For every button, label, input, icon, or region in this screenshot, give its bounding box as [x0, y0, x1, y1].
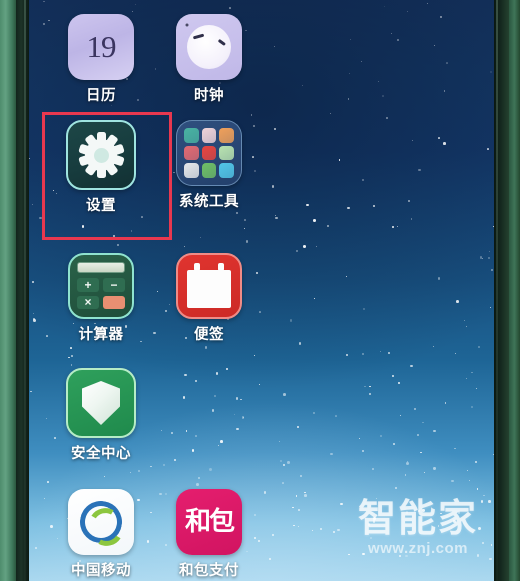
- calculator-key-multiply: ×: [77, 295, 99, 309]
- notepad-icon: [176, 253, 242, 319]
- bezel-left-outer: [0, 0, 16, 581]
- notepad-tab-left: [194, 262, 200, 271]
- app-icon-hebao-pay[interactable]: 和包 和包支付: [154, 489, 264, 579]
- calculator-key-subtract: −: [103, 278, 125, 292]
- app-icon-security[interactable]: 安全中心: [46, 368, 156, 462]
- folder-tile: [201, 163, 217, 178]
- folder-tile: [201, 145, 217, 161]
- hebao-icon: 和包: [176, 489, 242, 555]
- folder-tile: [219, 163, 234, 178]
- calculator-icon: + − ×: [68, 253, 134, 319]
- clock-hand-minute: [218, 38, 226, 46]
- calendar-date: 19: [86, 29, 117, 64]
- folder-tile: [184, 128, 199, 143]
- notepad-tab-right: [218, 262, 224, 271]
- notepad-paper: [187, 262, 231, 308]
- phone-screen: 19 日历 时钟 设置 系统工具 + − × 计算器 便签 安全中心 中国移动 …: [28, 0, 496, 581]
- app-label-calendar: 日历: [86, 88, 116, 104]
- app-icon-calculator[interactable]: + − × 计算器: [46, 253, 156, 343]
- bezel-right-outer: [509, 0, 520, 581]
- china-mobile-icon: [68, 489, 134, 555]
- calculator-keys: + − ×: [77, 278, 125, 309]
- folder-tile: [184, 145, 199, 161]
- app-label-hebao-pay: 和包支付: [179, 563, 239, 579]
- highlight-rectangle-settings: [42, 112, 172, 240]
- shield-icon: [66, 368, 136, 438]
- calculator-display: [77, 262, 125, 273]
- calendar-icon: 19: [68, 14, 134, 80]
- shield-shape: [82, 381, 120, 425]
- app-icon-china-mobile[interactable]: 中国移动: [46, 489, 156, 579]
- app-label-calculator: 计算器: [78, 327, 124, 343]
- china-mobile-logo: [76, 497, 127, 550]
- calculator-key-equals: [103, 295, 125, 309]
- clock-icon: [176, 14, 242, 80]
- app-label-china-mobile: 中国移动: [71, 563, 131, 579]
- hebao-logo-text: 和包: [184, 507, 235, 537]
- bezel-left-highlight: [24, 0, 26, 581]
- app-icon-calendar[interactable]: 19 日历: [46, 14, 156, 104]
- clock-face: [185, 23, 231, 69]
- clock-center-pin: [185, 23, 189, 27]
- bezel-right-highlight: [496, 0, 498, 581]
- folder-tile: [219, 128, 234, 143]
- folder-icon: [176, 120, 242, 186]
- app-grid: 19 日历 时钟 设置 系统工具 + − × 计算器 便签 安全中心 中国移动 …: [28, 0, 496, 581]
- app-label-security: 安全中心: [71, 446, 131, 462]
- bezel-left-inner: [16, 0, 29, 581]
- app-label-clock: 时钟: [194, 88, 224, 104]
- calculator-key-add: +: [77, 278, 99, 292]
- app-icon-clock[interactable]: 时钟: [154, 14, 264, 104]
- folder-tile: [184, 163, 199, 178]
- phone-photo: 19 日历 时钟 设置 系统工具 + − × 计算器 便签 安全中心 中国移动 …: [0, 0, 520, 581]
- clock-hand-hour: [192, 33, 205, 39]
- app-label-notes: 便签: [194, 327, 224, 343]
- app-icon-notes[interactable]: 便签: [154, 253, 264, 343]
- folder-tile: [219, 145, 234, 161]
- folder-tile: [201, 128, 217, 143]
